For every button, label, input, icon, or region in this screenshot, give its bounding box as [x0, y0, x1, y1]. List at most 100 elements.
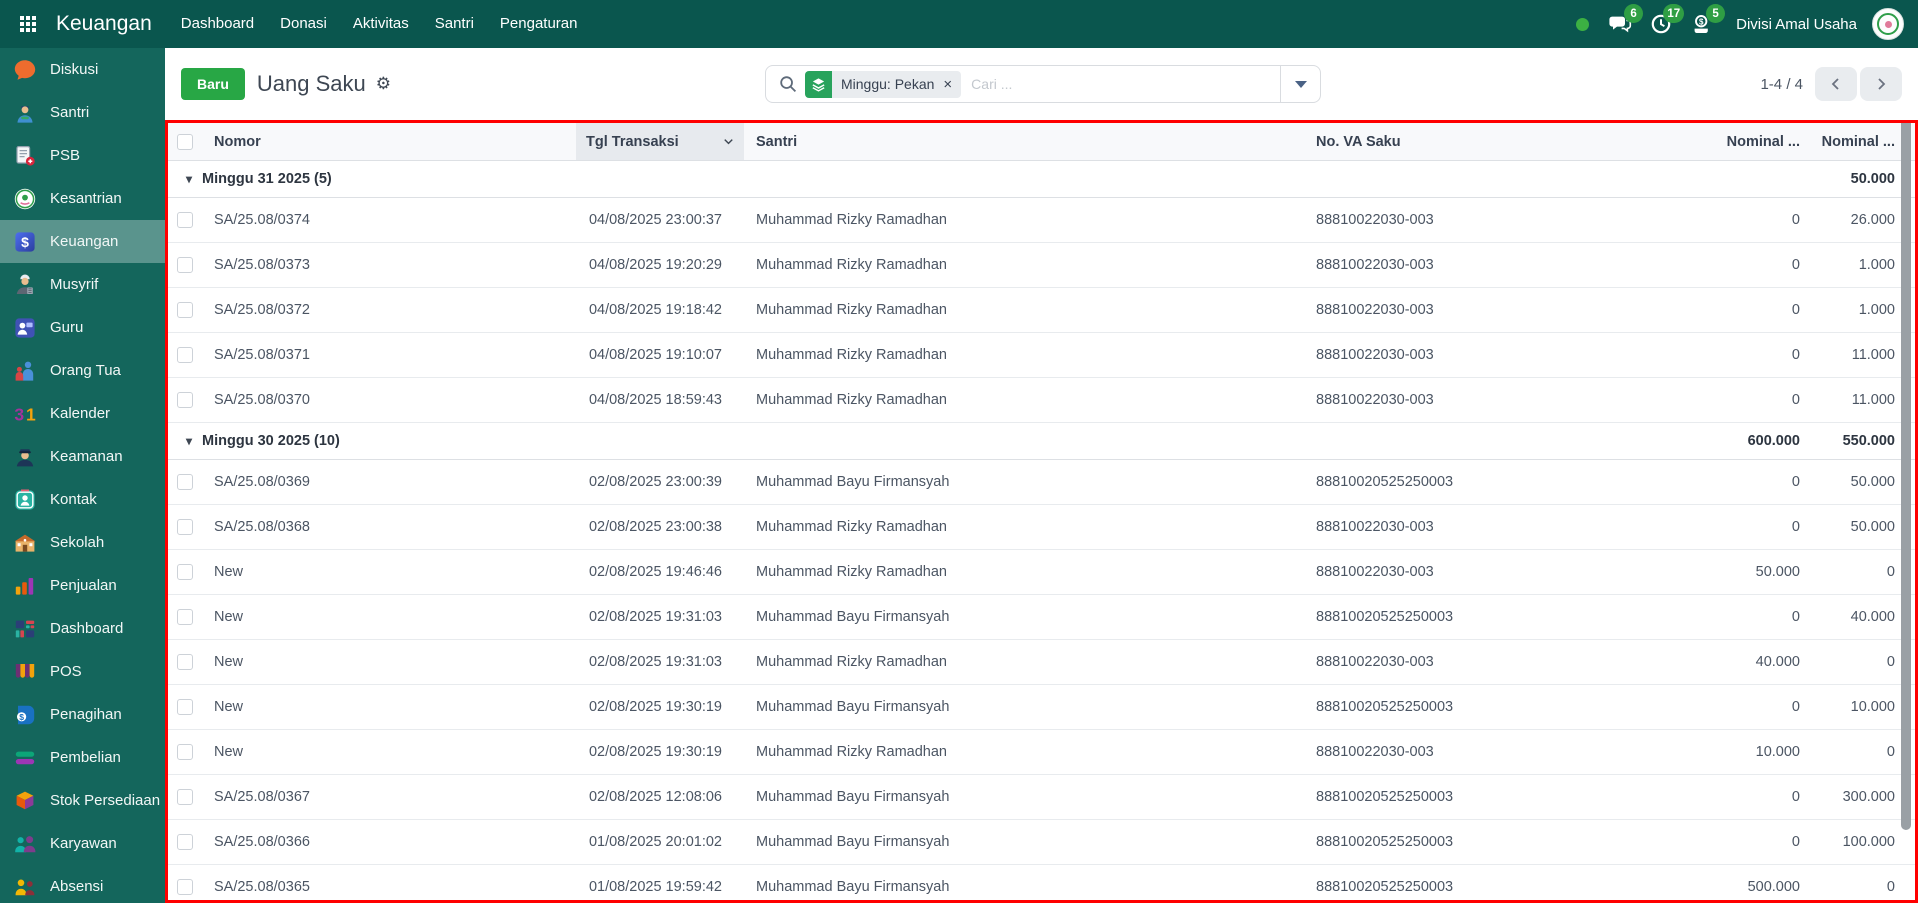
row-checkbox[interactable]: [177, 347, 193, 363]
cell-nominal-1: 0: [1698, 392, 1803, 408]
sidebar-item-pembelian[interactable]: Pembelian: [0, 736, 165, 779]
row-checkbox[interactable]: [177, 392, 193, 408]
sidebar-item-kontak[interactable]: Kontak: [0, 478, 165, 521]
nav-item-santri[interactable]: Santri: [422, 0, 487, 48]
sidebar-item-label: Karyawan: [50, 835, 117, 852]
cell-tgl-transaksi: 04/08/2025 19:18:42: [576, 302, 744, 318]
group-label[interactable]: ▾Minggu 31 2025 (5): [168, 171, 1698, 187]
nav-item-donasi[interactable]: Donasi: [267, 0, 340, 48]
sidebar-item-absensi[interactable]: Absensi: [0, 865, 165, 903]
table-row[interactable]: New02/08/2025 19:31:03Muhammad Bayu Firm…: [168, 595, 1915, 640]
column-header-nominal-1[interactable]: Nominal ...: [1698, 134, 1803, 150]
row-checkbox[interactable]: [177, 257, 193, 273]
sidebar-item-kalender[interactable]: 31Kalender: [0, 392, 165, 435]
row-checkbox[interactable]: [177, 699, 193, 715]
row-checkbox[interactable]: [177, 212, 193, 228]
pager-next-button[interactable]: [1860, 67, 1902, 101]
column-header-santri[interactable]: Santri: [744, 134, 1310, 150]
group-row[interactable]: ▾Minggu 31 2025 (5)50.000: [168, 161, 1915, 198]
table-row[interactable]: SA/25.08/037104/08/2025 19:10:07Muhammad…: [168, 333, 1915, 378]
sidebar-item-label: Santri: [50, 104, 89, 121]
new-record-button[interactable]: Baru: [181, 68, 245, 100]
table-row[interactable]: New02/08/2025 19:31:03Muhammad Rizky Ram…: [168, 640, 1915, 685]
row-checkbox[interactable]: [177, 302, 193, 318]
sidebar-item-penjualan[interactable]: Penjualan: [0, 564, 165, 607]
column-header-tgl-transaksi[interactable]: Tgl Transaksi: [576, 123, 744, 160]
sidebar-item-label: Kesantrian: [50, 190, 122, 207]
table-row[interactable]: SA/25.08/037404/08/2025 23:00:37Muhammad…: [168, 198, 1915, 243]
row-checkbox[interactable]: [177, 744, 193, 760]
sidebar-item-stok-persediaan[interactable]: Stok Persediaan: [0, 779, 165, 822]
row-checkbox[interactable]: [177, 519, 193, 535]
column-header-nomor[interactable]: Nomor: [202, 134, 576, 150]
sidebar-item-keamanan[interactable]: Keamanan: [0, 435, 165, 478]
search-options-toggle[interactable]: [1280, 66, 1320, 102]
sidebar-item-guru[interactable]: Guru: [0, 306, 165, 349]
pager-previous-button[interactable]: [1815, 67, 1857, 101]
sidebar-item-kesantrian[interactable]: Kesantrian: [0, 177, 165, 220]
money-request-button[interactable]: $ 5: [1687, 9, 1717, 39]
apps-menu-button[interactable]: [10, 6, 46, 42]
nav-item-aktivitas[interactable]: Aktivitas: [340, 0, 422, 48]
svg-text:3: 3: [14, 404, 24, 424]
row-checkbox[interactable]: [177, 834, 193, 850]
group-label[interactable]: ▾Minggu 30 2025 (10): [168, 433, 1698, 449]
app-brand[interactable]: Keuangan: [56, 12, 152, 36]
row-checkbox[interactable]: [177, 609, 193, 625]
table-row[interactable]: SA/25.08/036902/08/2025 23:00:39Muhammad…: [168, 460, 1915, 505]
row-checkbox[interactable]: [177, 879, 193, 895]
sidebar-item-psb[interactable]: PSB: [0, 134, 165, 177]
group-row[interactable]: ▾Minggu 30 2025 (10)600.000550.000: [168, 423, 1915, 460]
table-row[interactable]: SA/25.08/037004/08/2025 18:59:43Muhammad…: [168, 378, 1915, 423]
table-row[interactable]: New02/08/2025 19:46:46Muhammad Rizky Ram…: [168, 550, 1915, 595]
cell-nominal-1: 0: [1698, 519, 1803, 535]
remove-facet-button[interactable]: ×: [943, 77, 961, 92]
user-avatar[interactable]: [1872, 8, 1904, 40]
sidebar-item-label: Stok Persediaan: [50, 792, 160, 809]
row-checkbox-cell: [168, 744, 202, 760]
nav-menu: DashboardDonasiAktivitasSantriPengaturan: [168, 0, 591, 48]
table-row[interactable]: SA/25.08/036702/08/2025 12:08:06Muhammad…: [168, 775, 1915, 820]
table-row[interactable]: New02/08/2025 19:30:19Muhammad Bayu Firm…: [168, 685, 1915, 730]
row-checkbox[interactable]: [177, 474, 193, 490]
table-row[interactable]: SA/25.08/037204/08/2025 19:18:42Muhammad…: [168, 288, 1915, 333]
table-row[interactable]: SA/25.08/036501/08/2025 19:59:42Muhammad…: [168, 865, 1915, 903]
sidebar-item-diskusi[interactable]: Diskusi: [0, 48, 165, 91]
cell-no-va-saku: 88810022030-003: [1310, 519, 1698, 535]
messages-button[interactable]: 6: [1605, 9, 1635, 39]
sidebar-item-pos[interactable]: POS: [0, 650, 165, 693]
cell-santri: Muhammad Rizky Ramadhan: [744, 347, 1310, 363]
search-facet-label: Minggu: Pekan: [832, 76, 943, 92]
content-area: Baru Uang Saku ⚙: [165, 48, 1918, 903]
user-menu-label[interactable]: Divisi Amal Usaha: [1736, 16, 1857, 33]
table-row[interactable]: SA/25.08/037304/08/2025 19:20:29Muhammad…: [168, 243, 1915, 288]
activity-button[interactable]: 17: [1646, 9, 1676, 39]
sidebar-item-penagihan[interactable]: $Penagihan: [0, 693, 165, 736]
sidebar-item-keuangan[interactable]: $Keuangan: [0, 220, 165, 263]
row-checkbox[interactable]: [177, 654, 193, 670]
sidebar-item-sekolah[interactable]: Sekolah: [0, 521, 165, 564]
row-checkbox[interactable]: [177, 789, 193, 805]
table-row[interactable]: SA/25.08/036601/08/2025 20:01:02Muhammad…: [168, 820, 1915, 865]
vertical-scrollbar[interactable]: [1901, 123, 1911, 830]
sidebar-item-santri[interactable]: Santri: [0, 91, 165, 134]
sidebar-item-dashboard[interactable]: Dashboard: [0, 607, 165, 650]
cell-nominal-1: 50.000: [1698, 564, 1803, 580]
column-header-no-va-saku[interactable]: No. VA Saku: [1310, 134, 1698, 150]
pesantren-icon: [12, 186, 38, 212]
gear-icon[interactable]: ⚙: [376, 74, 391, 94]
nav-item-dashboard[interactable]: Dashboard: [168, 0, 267, 48]
table-row[interactable]: SA/25.08/036802/08/2025 23:00:38Muhammad…: [168, 505, 1915, 550]
sidebar-item-orang-tua[interactable]: Orang Tua: [0, 349, 165, 392]
row-checkbox[interactable]: [177, 564, 193, 580]
search-input[interactable]: [961, 76, 1280, 92]
sidebar-item-musyrif[interactable]: Musyrif: [0, 263, 165, 306]
student-icon: [12, 100, 38, 126]
sidebar-item-karyawan[interactable]: Karyawan: [0, 822, 165, 865]
select-all-checkbox[interactable]: [177, 134, 193, 150]
search-bar[interactable]: Minggu: Pekan ×: [765, 65, 1321, 103]
attendance-icon: [12, 874, 38, 900]
column-header-nominal-2[interactable]: Nominal ...: [1803, 134, 1915, 150]
nav-item-pengaturan[interactable]: Pengaturan: [487, 0, 591, 48]
table-row[interactable]: New02/08/2025 19:30:19Muhammad Rizky Ram…: [168, 730, 1915, 775]
